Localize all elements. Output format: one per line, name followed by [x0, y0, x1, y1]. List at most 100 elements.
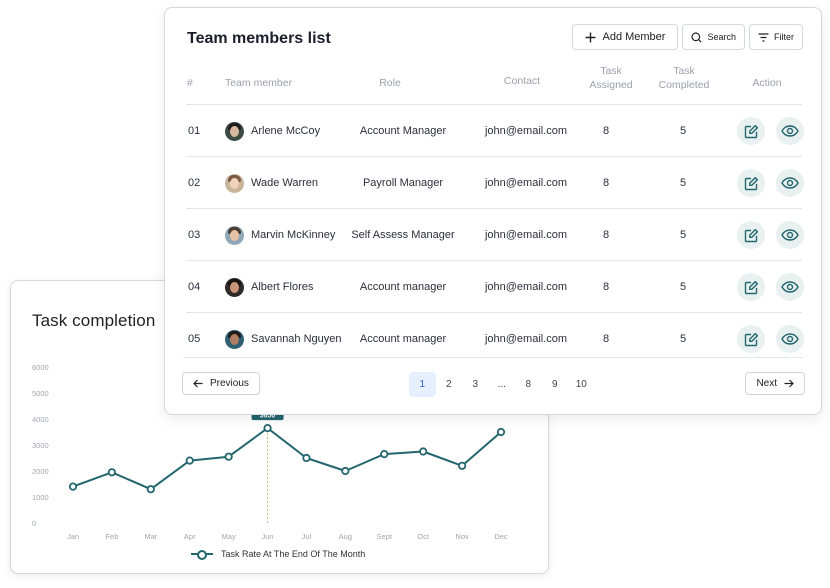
chart-title: Task completion: [32, 311, 156, 330]
filter-icon: [758, 32, 769, 42]
member-cell: Wade Warren: [225, 157, 318, 209]
eye-icon: [781, 125, 799, 137]
search-button[interactable]: Search: [682, 24, 745, 50]
edit-button[interactable]: [737, 169, 765, 197]
task-assigned-value: 8: [602, 229, 610, 241]
member-cell: Arlene McCoy: [225, 105, 320, 157]
data-point: [496, 427, 506, 437]
y-tick-label: 6000: [32, 363, 49, 372]
x-tick-label: Sept: [377, 532, 393, 541]
data-point: [341, 466, 350, 476]
view-button[interactable]: [776, 117, 804, 145]
task-assigned-value: 8: [602, 281, 610, 293]
edit-button[interactable]: [737, 117, 765, 145]
task-assigned-value: 8: [602, 177, 610, 189]
member-name: Savannah Nguyen: [251, 333, 342, 345]
column-header-task-assigned: Task Assigned: [589, 65, 633, 91]
x-tick-label: Aug: [339, 532, 352, 541]
page-1-button[interactable]: 1: [409, 372, 436, 397]
toolbar: Add Member Search Filter: [572, 24, 803, 50]
data-point: [224, 452, 233, 461]
column-header-role: Role: [379, 77, 401, 89]
data-point: [185, 456, 194, 465]
avatar: [225, 277, 244, 297]
previous-button[interactable]: Previous: [182, 372, 260, 395]
row-number: 04: [188, 281, 201, 293]
legend-label: Task Rate At The End Of The Month: [221, 549, 366, 559]
row-number: 01: [188, 125, 201, 137]
avatar: [225, 225, 244, 245]
member-contact: john@email.com: [484, 177, 568, 189]
eye-icon: [781, 281, 799, 293]
page-10-button[interactable]: 10: [568, 372, 595, 397]
edit-button[interactable]: [737, 273, 765, 301]
arrow-right-icon: [784, 379, 794, 388]
page-9-button[interactable]: 9: [542, 372, 569, 397]
row-number: 03: [188, 229, 201, 241]
row-number: 02: [188, 177, 201, 189]
view-cell: [776, 157, 804, 209]
edit-button[interactable]: [737, 325, 765, 353]
view-button[interactable]: [776, 273, 804, 301]
view-button[interactable]: [776, 325, 804, 353]
view-button[interactable]: [776, 169, 804, 197]
table-row: 03 Marvin McKinney Self Assess Manager j…: [186, 208, 804, 261]
filter-button[interactable]: Filter: [749, 24, 803, 50]
view-button[interactable]: [776, 221, 804, 249]
action-cell: [737, 261, 765, 313]
eye-icon: [781, 177, 799, 189]
data-point: [146, 485, 155, 494]
member-role: Payroll Manager: [362, 177, 444, 189]
member-contact: john@email.com: [484, 125, 568, 137]
table-row: 04 Albert Flores Account manager john@em…: [186, 260, 804, 313]
table-header: # Team member Role Contact Task Assigned…: [187, 64, 821, 104]
data-point: [263, 424, 272, 433]
x-tick-label: Oct: [417, 532, 430, 541]
team-members-card: Team members list Add Member Search Filt…: [164, 7, 822, 415]
table-body: 01 Arlene McCoy Account Manager john@ema…: [186, 104, 804, 364]
next-button[interactable]: Next: [745, 372, 805, 395]
member-name: Albert Flores: [251, 281, 314, 293]
member-contact: john@email.com: [484, 281, 568, 293]
data-point: [302, 453, 311, 463]
task-completed-value: 5: [679, 229, 687, 241]
member-role: Self Assess Manager: [351, 229, 455, 241]
y-tick-label: 0: [32, 519, 36, 528]
x-tick-label: Nov: [455, 532, 469, 541]
add-member-button[interactable]: Add Member: [572, 24, 679, 50]
x-tick-label: Jun: [261, 532, 273, 541]
edit-icon: [744, 124, 758, 138]
column-header-num: #: [187, 77, 193, 89]
member-role: Account Manager: [359, 125, 447, 137]
data-point: [457, 461, 467, 470]
x-tick-label: Apr: [184, 532, 196, 541]
data-point: [419, 447, 428, 456]
action-cell: [737, 209, 765, 261]
edit-icon: [744, 332, 758, 346]
member-name: Marvin McKinney: [251, 229, 336, 241]
edit-icon: [744, 280, 758, 294]
x-tick-label: Dec: [494, 532, 508, 541]
page-2-button[interactable]: 2: [436, 372, 463, 397]
task-completed-value: 5: [679, 281, 687, 293]
table-divider: [183, 357, 803, 358]
x-tick-label: Mar: [144, 532, 157, 541]
previous-label: Previous: [210, 378, 249, 389]
edit-button[interactable]: [737, 221, 765, 249]
member-name: Arlene McCoy: [251, 125, 321, 137]
x-tick-label: Jan: [67, 532, 79, 541]
data-point: [380, 450, 389, 459]
y-tick-label: 4000: [32, 415, 49, 424]
x-tick-label: May: [222, 532, 236, 541]
member-name: Wade Warren: [251, 177, 319, 189]
member-cell: Albert Flores: [225, 261, 313, 313]
plus-icon: [585, 32, 596, 42]
next-label: Next: [756, 378, 777, 389]
arrow-left-icon: [193, 379, 203, 388]
chart-legend: Task Rate At The End Of The Month: [191, 549, 366, 560]
eye-icon: [781, 229, 799, 241]
page-8-button[interactable]: 8: [515, 372, 542, 397]
page-3-button[interactable]: 3: [462, 372, 489, 397]
add-member-label: Add Member: [602, 31, 666, 43]
edit-icon: [744, 176, 758, 190]
